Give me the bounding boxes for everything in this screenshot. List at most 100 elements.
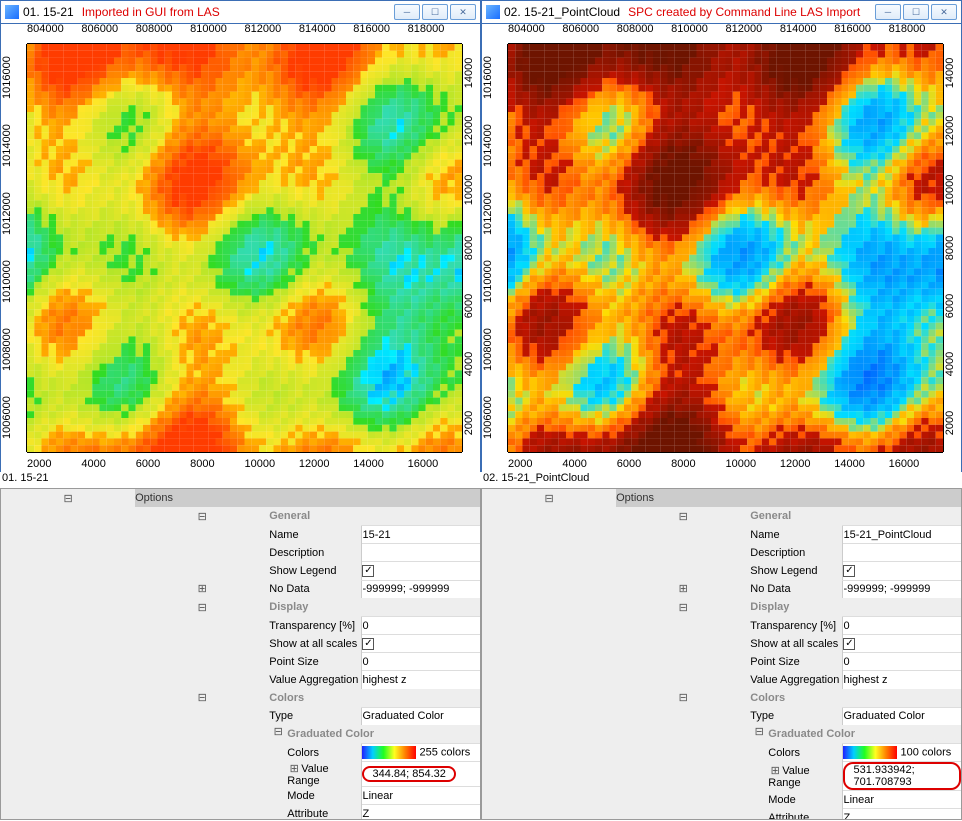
label-colors: Colors xyxy=(269,744,362,762)
maximize-button[interactable]: ☐ xyxy=(422,4,448,20)
collapse-icon[interactable]: ⊟ xyxy=(616,507,750,525)
minimize-button[interactable]: ─ xyxy=(394,4,420,20)
expand-icon[interactable]: ⊞ xyxy=(135,580,269,599)
collapse-icon[interactable]: ⊟ xyxy=(750,725,768,743)
label-point-size: Point Size xyxy=(269,653,362,671)
value-nodata[interactable]: -999999; -999999 xyxy=(362,580,480,598)
value-aggregation[interactable]: highest z xyxy=(362,671,480,689)
axis-tick: 8000 xyxy=(190,458,244,477)
value-show-legend[interactable]: ✓ xyxy=(362,562,480,580)
axis-tick: 4000 xyxy=(463,335,480,393)
axis-tick: 8000 xyxy=(944,219,961,277)
axis-tick: 818000 xyxy=(889,23,943,42)
axis-tick: 806000 xyxy=(562,23,616,42)
section-colors: Colors xyxy=(269,689,480,707)
axis-tick: 8000 xyxy=(463,219,480,277)
label-show-legend: Show Legend xyxy=(750,562,843,580)
collapse-icon[interactable]: ⊟ xyxy=(1,489,135,507)
axis-tick: 12000 xyxy=(780,458,834,477)
label-description: Description xyxy=(269,544,362,562)
axis-tick: 1010000 xyxy=(482,248,507,316)
collapse-icon[interactable]: ⊟ xyxy=(616,598,750,616)
axis-tick: 10000 xyxy=(463,161,480,219)
value-range-highlight: 344.84; 854.32 xyxy=(362,766,455,782)
properties-panel[interactable]: ⊟Options ⊟General Name15-21 Description … xyxy=(0,488,481,820)
label-transparency: Transparency [%] xyxy=(269,617,362,635)
value-name[interactable]: 15-21 xyxy=(362,526,480,544)
value-type[interactable]: Graduated Color xyxy=(362,707,480,725)
label-all-scales: Show at all scales xyxy=(269,635,362,653)
map-view[interactable]: 8040008060008080008100008120008140008160… xyxy=(481,24,962,472)
value-attribute[interactable]: Z xyxy=(362,805,480,821)
checkbox[interactable]: ✓ xyxy=(843,638,855,650)
axis-tick: 6000 xyxy=(944,277,961,335)
label-type: Type xyxy=(269,707,362,725)
value-aggregation[interactable]: highest z xyxy=(843,671,961,689)
axis-tick: 808000 xyxy=(136,23,190,42)
value-name[interactable]: 15-21_PointCloud xyxy=(843,526,961,544)
axis-tick: 816000 xyxy=(834,23,888,42)
value-mode[interactable]: Linear xyxy=(843,791,961,809)
section-display: Display xyxy=(269,598,480,616)
expand-icon[interactable]: ⊞ xyxy=(287,762,301,775)
section-colors: Colors xyxy=(750,689,961,707)
checkbox[interactable]: ✓ xyxy=(843,565,855,577)
label-show-legend: Show Legend xyxy=(269,562,362,580)
value-all-scales[interactable]: ✓ xyxy=(362,635,480,653)
expand-icon[interactable]: ⊞ xyxy=(616,580,750,599)
collapse-icon[interactable]: ⊟ xyxy=(135,598,269,616)
collapse-icon[interactable]: ⊟ xyxy=(269,725,287,743)
label-description: Description xyxy=(750,544,843,562)
value-transparency[interactable]: 0 xyxy=(362,617,480,635)
axis-tick: 1014000 xyxy=(482,112,507,180)
axis-tick: 1010000 xyxy=(1,248,26,316)
value-all-scales[interactable]: ✓ xyxy=(843,635,961,653)
value-show-legend[interactable]: ✓ xyxy=(843,562,961,580)
minimize-button[interactable]: ─ xyxy=(875,4,901,20)
axis-tick: 12000 xyxy=(944,102,961,160)
value-description[interactable] xyxy=(362,544,480,562)
rainbow-swatch xyxy=(843,746,897,759)
label-all-scales: Show at all scales xyxy=(750,635,843,653)
value-description[interactable] xyxy=(843,544,961,562)
axis-tick: 818000 xyxy=(408,23,462,42)
expand-icon[interactable]: ⊞ xyxy=(768,764,782,777)
map-canvas[interactable] xyxy=(27,44,462,452)
axis-tick: 2000 xyxy=(463,394,480,452)
value-mode[interactable]: Linear xyxy=(362,787,480,805)
value-attribute[interactable]: Z xyxy=(843,809,961,821)
value-range[interactable]: 344.84; 854.32 xyxy=(362,762,480,787)
map-canvas[interactable] xyxy=(508,44,943,452)
close-button[interactable]: ✕ xyxy=(450,4,476,20)
axis-tick: 6000 xyxy=(136,458,190,477)
axis-tick: 6000 xyxy=(463,277,480,335)
checkbox[interactable]: ✓ xyxy=(362,565,374,577)
value-nodata[interactable]: -999999; -999999 xyxy=(843,580,961,598)
properties-panel[interactable]: ⊟Options ⊟General Name15-21_PointCloud D… xyxy=(481,488,962,820)
value-point-size[interactable]: 0 xyxy=(843,653,961,671)
value-range[interactable]: 531.933942; 701.708793 xyxy=(843,762,961,791)
value-colors[interactable]: 255 colors xyxy=(362,744,480,762)
maximize-button[interactable]: ☐ xyxy=(903,4,929,20)
axis-tick: 10000 xyxy=(726,458,780,477)
collapse-icon[interactable]: ⊟ xyxy=(135,507,269,525)
axis-tick: 814000 xyxy=(780,23,834,42)
label-colors: Colors xyxy=(750,744,843,762)
value-point-size[interactable]: 0 xyxy=(362,653,480,671)
section-graduated-color: Graduated Color xyxy=(768,728,855,740)
window-titlebar[interactable]: 02. 15-21_PointCloud SPC created by Comm… xyxy=(481,0,962,24)
value-colors[interactable]: 100 colors xyxy=(843,744,961,762)
label-type: Type xyxy=(750,707,843,725)
collapse-icon[interactable]: ⊟ xyxy=(616,689,750,707)
checkbox[interactable]: ✓ xyxy=(362,638,374,650)
axis-tick: 16000 xyxy=(889,458,943,477)
collapse-icon[interactable]: ⊟ xyxy=(135,689,269,707)
map-view[interactable]: 8040008060008080008100008120008140008160… xyxy=(0,24,481,472)
label-attribute: Attribute xyxy=(750,809,843,821)
value-type[interactable]: Graduated Color xyxy=(843,707,961,725)
window-titlebar[interactable]: 01. 15-21 Imported in GUI from LAS ─ ☐ ✕ xyxy=(0,0,481,24)
value-transparency[interactable]: 0 xyxy=(843,617,961,635)
axis-tick: 2000 xyxy=(27,458,81,477)
collapse-icon[interactable]: ⊟ xyxy=(482,489,616,507)
close-button[interactable]: ✕ xyxy=(931,4,957,20)
